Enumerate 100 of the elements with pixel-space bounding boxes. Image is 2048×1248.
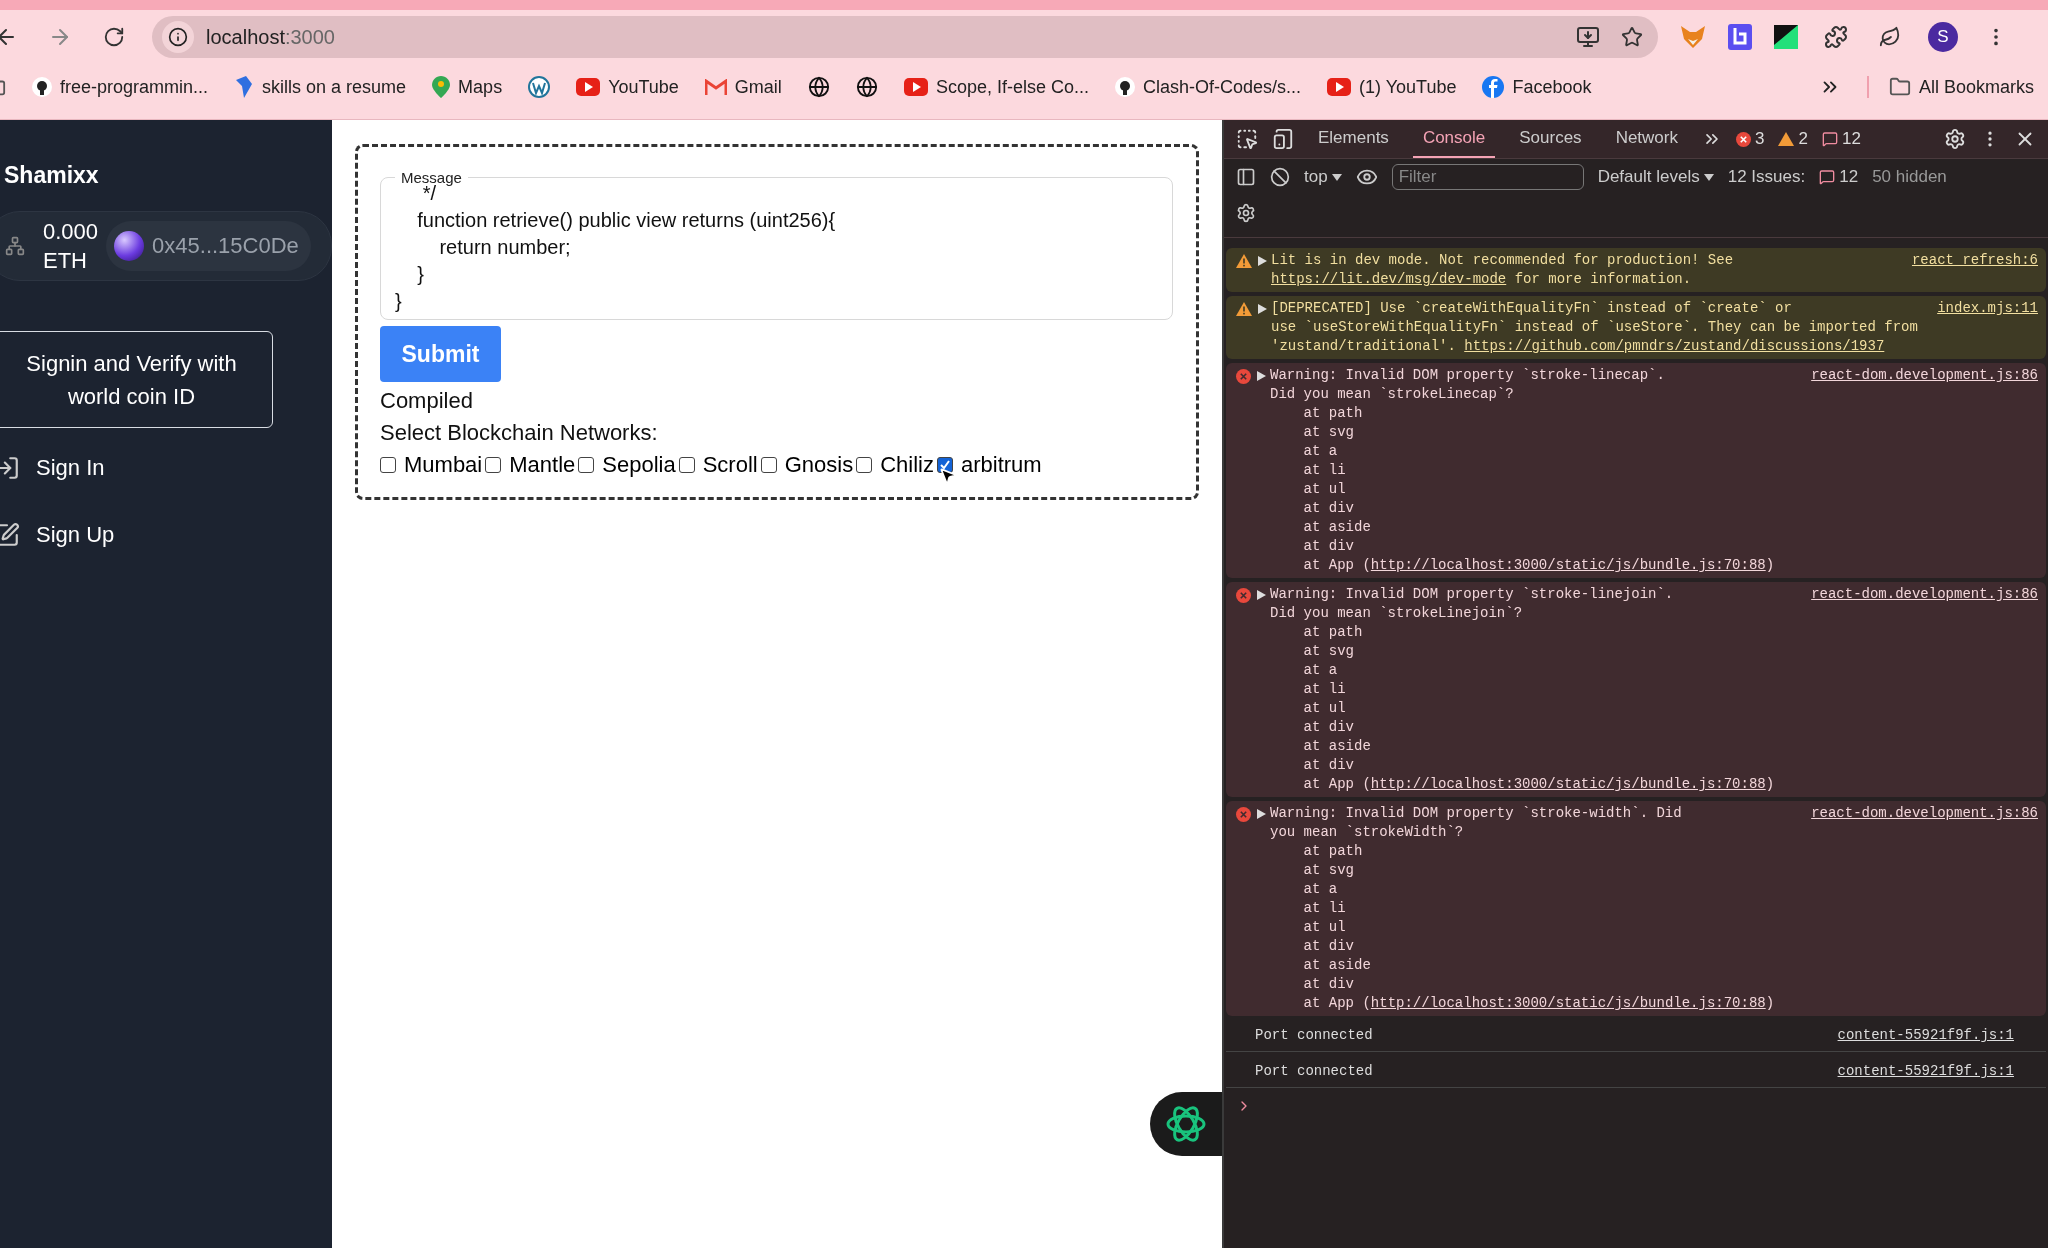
globe-icon[interactable] xyxy=(807,76,830,98)
issues-label[interactable]: 12 Issues: xyxy=(1727,167,1806,187)
checkbox[interactable] xyxy=(380,457,396,473)
message-link[interactable]: https://lit.dev/msg/dev-mode xyxy=(1271,271,1507,287)
bookmark[interactable]: skills on a resume xyxy=(234,76,407,98)
nav-link[interactable]: Sign Up xyxy=(0,522,332,548)
submit-button[interactable]: Submit xyxy=(380,326,501,382)
assistant-button[interactable] xyxy=(1150,1092,1222,1156)
checkbox[interactable] xyxy=(485,457,502,473)
networks-label: Select Blockchain Networks: xyxy=(380,420,659,446)
youtube-icon xyxy=(1327,78,1351,96)
filter-field[interactable]: Filter xyxy=(1391,164,1584,190)
checkbox-label[interactable]: arbitrum xyxy=(961,452,1042,478)
message-text: Warning: Invalid DOM property `stroke-linecap`. Did you mean `strokeLinecap`? at path at svg at a at li at ul at div at aside at div at App (http://localhost:3000/static/js/bundle.js:70:88) xyxy=(1269,366,1776,575)
expand-icon[interactable] xyxy=(1257,809,1266,819)
avatar-orb-icon xyxy=(114,231,145,261)
expand-icon[interactable] xyxy=(1257,590,1266,600)
bookmark[interactable]: free-programmin... xyxy=(32,76,209,98)
checkbox[interactable] xyxy=(937,457,953,473)
warning-count[interactable]: 2 xyxy=(1778,129,1808,149)
wordpress-icon[interactable] xyxy=(528,76,551,98)
source-link[interactable]: react-dom.development.js:86 xyxy=(1805,585,2038,604)
youtube-icon xyxy=(576,78,601,96)
source-link[interactable]: react-dom.development.js:86 xyxy=(1805,366,2038,385)
all-bookmarks-button[interactable]: All Bookmarks xyxy=(1866,76,2034,98)
sidebar-icon[interactable] xyxy=(1236,167,1256,187)
source-link[interactable]: react_refresh:6 xyxy=(1905,251,2038,270)
folder-icon xyxy=(1888,76,1911,98)
message-text: [DEPRECATED] Use `createWithEqualityFn` instead of `create` or use `useStoreWithEqualityFn` instead of `useStore`. They can be imported from 'zustand/traditional'. https://github.com/pmndrs/zustand/discussions/1937 xyxy=(1270,299,1919,356)
source-link[interactable]: content-55921f9f.js:1 xyxy=(1831,1026,2014,1045)
error-icon xyxy=(1236,369,1251,384)
settings-icon[interactable] xyxy=(1236,203,1256,223)
info-icon[interactable] xyxy=(162,21,194,53)
edit-icon xyxy=(0,522,20,548)
expand-icon[interactable] xyxy=(1258,304,1267,314)
eth-balance: 0.000 ETH xyxy=(43,218,99,275)
checkbox-label[interactable]: Scroll xyxy=(702,452,758,478)
hidden-count: 50 hidden xyxy=(1872,167,1947,187)
error-icon xyxy=(1236,588,1251,603)
bookmark[interactable]: Scope, If-else Co... xyxy=(903,76,1089,98)
bookmark[interactable]: Gmail xyxy=(704,76,782,98)
warning-icon xyxy=(1236,254,1252,268)
levels-select[interactable]: Default levels xyxy=(1597,167,1714,187)
devtools-tab[interactable]: Sources xyxy=(1509,120,1592,158)
message-link[interactable]: http://localhost:3000/static/js/bundle.js:70:88 xyxy=(1370,776,1766,792)
message-link[interactable]: http://localhost:3000/static/js/bundle.js:70:88 xyxy=(1370,995,1766,1011)
source-link[interactable]: index.mjs:11 xyxy=(1931,299,2038,318)
checkbox[interactable] xyxy=(678,457,695,473)
source-link[interactable]: react-dom.development.js:86 xyxy=(1805,804,2038,823)
map-pin-icon xyxy=(432,76,451,98)
profile-avatar[interactable]: S xyxy=(1928,22,1958,52)
settings-icon[interactable] xyxy=(1944,128,1966,150)
devtools-tab[interactable]: Network xyxy=(1605,120,1688,158)
bookmark[interactable]: YouTube xyxy=(576,76,679,98)
message-icon xyxy=(1821,131,1838,147)
bookmark[interactable]: Maps xyxy=(432,76,503,98)
checkbox[interactable] xyxy=(578,457,595,473)
context-select[interactable]: top xyxy=(1304,167,1342,187)
address-pill[interactable]: 0x45...15C0De xyxy=(106,221,311,271)
sign-in-icon xyxy=(0,455,20,481)
wallet-pill[interactable]: 0.000 ETH 0x45...15C0De xyxy=(0,211,332,281)
checkbox-label[interactable]: Chiliz xyxy=(880,452,934,478)
globe-icon[interactable] xyxy=(855,76,878,98)
extension-icon[interactable] xyxy=(1774,25,1798,49)
bookmark[interactable]: Facebook xyxy=(1482,76,1592,98)
bookmark[interactable]: Clash-Of-Codes/s... xyxy=(1114,76,1301,98)
device-icon[interactable] xyxy=(1272,128,1294,150)
message-text: Warning: Invalid DOM property `stroke-linejoin`. Did you mean `strokeLinejoin`? at path at svg at a at li at ul at div at aside at div at App (http://localhost:3000/static/js/bundle.js:70:88) xyxy=(1269,585,1776,794)
checkbox[interactable] xyxy=(760,457,777,473)
verify-button[interactable]: Signin and Verify with world coin ID xyxy=(0,331,273,428)
inspect-icon[interactable] xyxy=(1236,128,1258,150)
message-icon xyxy=(1819,169,1836,185)
devtools-tab[interactable]: Elements xyxy=(1308,120,1399,158)
checkbox-label[interactable]: Gnosis xyxy=(784,452,854,478)
message-link[interactable]: http://localhost:3000/static/js/bundle.js:70:88 xyxy=(1370,557,1766,573)
message-text: Port connected xyxy=(1254,1062,1374,1081)
message-count[interactable]: 12 xyxy=(1821,129,1861,149)
clear-icon[interactable] xyxy=(1270,167,1290,187)
devtools-tab[interactable]: Console xyxy=(1412,120,1496,158)
cube-icon xyxy=(234,76,255,98)
brand-name: Shamixx xyxy=(3,161,100,189)
issues-count[interactable]: 12 xyxy=(1819,167,1859,187)
checkbox[interactable] xyxy=(856,457,873,473)
checkbox-label[interactable]: Sepolia xyxy=(602,452,676,478)
checkbox-label[interactable]: Mumbai xyxy=(404,452,483,478)
nav-link[interactable]: Sign In xyxy=(0,455,332,481)
checkbox-label[interactable]: Mantle xyxy=(509,452,576,478)
source-link[interactable]: content-55921f9f.js:1 xyxy=(1831,1062,2014,1081)
warning-icon xyxy=(1236,302,1252,316)
message-text: Lit is in dev mode. Not recommended for production! See https://lit.dev/msg/dev-mode for more information. xyxy=(1270,251,1735,289)
reload-icon[interactable] xyxy=(103,26,125,48)
caret-icon xyxy=(1703,173,1714,181)
message-link[interactable]: https://github.com/pmndrs/zustand/discussions/1937 xyxy=(1464,338,1885,354)
extension-icon[interactable] xyxy=(1728,24,1752,50)
bookmark[interactable]: (1) YouTube xyxy=(1327,76,1457,98)
expand-icon[interactable] xyxy=(1258,256,1267,266)
error-count[interactable]: 3 xyxy=(1736,129,1765,149)
address-bar[interactable]: localhost:3000 xyxy=(152,16,1658,58)
expand-icon[interactable] xyxy=(1257,371,1266,381)
message-text: Port connected xyxy=(1254,1026,1374,1045)
